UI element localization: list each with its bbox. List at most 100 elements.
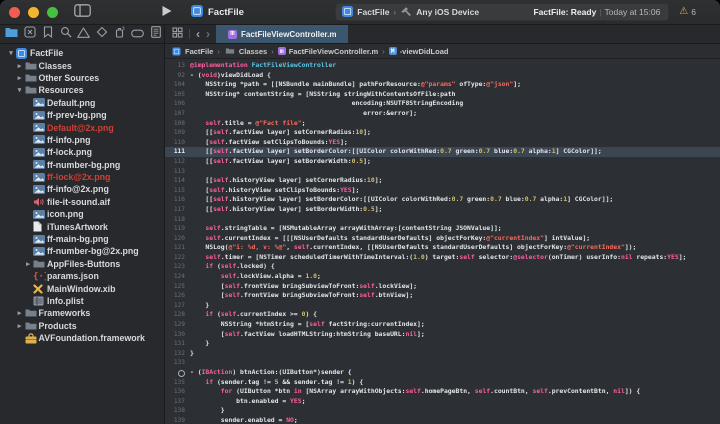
- breadcrumb-segment[interactable]: Classes: [224, 46, 267, 56]
- sidebar-item[interactable]: icon.png: [0, 208, 164, 220]
- line-number[interactable]: 133: [165, 358, 190, 368]
- line-number[interactable]: 135: [165, 378, 190, 388]
- code-line[interactable]: 133: [165, 358, 720, 368]
- line-number[interactable]: 139: [165, 416, 190, 424]
- code-line[interactable]: 123 if (self.locked) {: [165, 262, 720, 272]
- line-number[interactable]: 120: [165, 234, 190, 244]
- sidebar-item[interactable]: file-it-sound.aif: [0, 196, 164, 208]
- line-number[interactable]: 105: [165, 90, 190, 100]
- sidebar-item[interactable]: Default@2x.png: [0, 121, 164, 133]
- line-number[interactable]: 122: [165, 253, 190, 263]
- line-number[interactable]: 129: [165, 320, 190, 330]
- line-number[interactable]: 114: [165, 176, 190, 186]
- line-number[interactable]: 116: [165, 195, 190, 205]
- sidebar-item[interactable]: ▸Classes: [0, 59, 164, 71]
- related-items-icon[interactable]: [172, 25, 183, 43]
- code-line[interactable]: 135 if (sender.tag != 5 && sender.tag !=…: [165, 378, 720, 388]
- line-number[interactable]: 121: [165, 243, 190, 253]
- sidebar-item[interactable]: iTunesArtwork: [0, 220, 164, 232]
- sidebar-item[interactable]: ff-lock@2x.png: [0, 171, 164, 183]
- code-line[interactable]: 105 NSString* contentString = [NSString …: [165, 90, 720, 100]
- close-window-button[interactable]: [9, 7, 20, 18]
- navigator-tab-project[interactable]: [5, 27, 18, 41]
- run-button[interactable]: [161, 5, 172, 20]
- disclosure-open-icon[interactable]: ▾: [6, 49, 16, 57]
- code-line[interactable]: 132}: [165, 349, 720, 359]
- code-line[interactable]: 125 [self.frontView bringSubviewToFront:…: [165, 282, 720, 292]
- code-line[interactable]: 111 [[self.factView layer] setBorderColo…: [165, 147, 720, 157]
- navigator-tab-reports[interactable]: [149, 27, 162, 41]
- sidebar-item[interactable]: ff-number-bg@2x.png: [0, 245, 164, 257]
- sidebar-item[interactable]: ff-info.png: [0, 134, 164, 146]
- line-number[interactable]: 127: [165, 301, 190, 311]
- warnings-badge[interactable]: ⚠ 6: [679, 7, 696, 17]
- sidebar-item[interactable]: ▸AppFiles-Buttons: [0, 258, 164, 270]
- breadcrumb-segment[interactable]: mFactFileViewController.m: [278, 47, 378, 56]
- line-number[interactable]: 126: [165, 291, 190, 301]
- sidebar-item[interactable]: ▸Other Sources: [0, 72, 164, 84]
- code-line[interactable]: 13@implementation FactFileViewController: [165, 61, 720, 71]
- code-line[interactable]: 128 if (self.currentIndex >= 0) {: [165, 310, 720, 320]
- sidebar-item[interactable]: ff-info@2x.png: [0, 183, 164, 195]
- line-number[interactable]: 106: [165, 99, 190, 109]
- line-number[interactable]: 119: [165, 224, 190, 234]
- code-line[interactable]: 120 self.currentIndex = [[[NSUserDefault…: [165, 234, 720, 244]
- code-line[interactable]: 108 self.title = @"Fact file";: [165, 119, 720, 129]
- navigator-tab-breakpoints[interactable]: [131, 27, 144, 41]
- minimize-window-button[interactable]: [28, 7, 39, 18]
- disclosure-closed-icon[interactable]: ▸: [15, 322, 25, 330]
- sidebar-item[interactable]: ▸Products: [0, 320, 164, 332]
- code-line[interactable]: 121 NSLog(@"i: %d, v: %@", self.currentI…: [165, 243, 720, 253]
- disclosure-open-icon[interactable]: ▾: [15, 86, 25, 94]
- navigator-tab-source-control[interactable]: [23, 27, 36, 41]
- disclosure-closed-icon[interactable]: ▸: [15, 74, 25, 82]
- line-number[interactable]: 117: [165, 205, 190, 215]
- disclosure-closed-icon[interactable]: ▸: [15, 309, 25, 317]
- sidebar-item[interactable]: Info.plist: [0, 295, 164, 307]
- fullscreen-window-button[interactable]: [47, 7, 58, 18]
- sidebar-item[interactable]: ▸Frameworks: [0, 307, 164, 319]
- line-number[interactable]: 112: [165, 157, 190, 167]
- code-line[interactable]: 113: [165, 167, 720, 177]
- line-number[interactable]: 138: [165, 406, 190, 416]
- code-line[interactable]: 127 }: [165, 301, 720, 311]
- line-number[interactable]: 107: [165, 109, 190, 119]
- line-number[interactable]: 111: [165, 147, 190, 157]
- sidebar-item[interactable]: ff-number-bg.png: [0, 159, 164, 171]
- code-line[interactable]: 129 NSString *htmString = [self factStri…: [165, 320, 720, 330]
- code-line[interactable]: 118: [165, 215, 720, 225]
- code-line[interactable]: - (IBAction) btnAction:(UIButton*)sender…: [165, 368, 720, 378]
- source-editor[interactable]: 13@implementation FactFileViewController…: [165, 59, 720, 424]
- sidebar-item[interactable]: ff-main-bg.png: [0, 233, 164, 245]
- line-number[interactable]: 128: [165, 310, 190, 320]
- code-line[interactable]: 131 }: [165, 339, 720, 349]
- sidebar-item[interactable]: Default.png: [0, 97, 164, 109]
- line-number[interactable]: 130: [165, 330, 190, 340]
- navigator-tab-issues[interactable]: [77, 27, 90, 41]
- code-line[interactable]: 122 self.timer = [NSTimer scheduledTimer…: [165, 253, 720, 263]
- scheme-selector[interactable]: FactFile › Any iOS Device: [342, 6, 479, 19]
- toggle-navigator-button[interactable]: [74, 4, 91, 20]
- forward-button[interactable]: ›: [206, 29, 210, 39]
- code-line[interactable]: 119 self.stringTable = [NSMutableArray a…: [165, 224, 720, 234]
- editor-tab[interactable]: m FactFileViewController.m: [216, 25, 348, 43]
- line-number[interactable]: 110: [165, 138, 190, 148]
- sidebar-item[interactable]: AVFoundation.framework: [0, 332, 164, 344]
- line-number[interactable]: 118: [165, 215, 190, 225]
- code-line[interactable]: 112 [[self.factView layer] setBorderWidt…: [165, 157, 720, 167]
- sidebar-item[interactable]: ▾FactFile: [0, 47, 164, 59]
- code-line[interactable]: 92- (void)viewDidLoad {: [165, 71, 720, 81]
- sidebar-item[interactable]: ▾Resources: [0, 84, 164, 96]
- line-number[interactable]: 104: [165, 80, 190, 90]
- line-number[interactable]: 113: [165, 167, 190, 177]
- breadcrumb-segment[interactable]: M-viewDidLoad: [389, 47, 449, 56]
- code-line[interactable]: 136 for (UIButton *btn in [NSArray array…: [165, 387, 720, 397]
- ibaction-connector-icon[interactable]: [178, 370, 186, 378]
- sidebar-item[interactable]: ff-prev-bg.png: [0, 109, 164, 121]
- code-line[interactable]: 139 sender.enabled = NO;: [165, 416, 720, 424]
- code-line[interactable]: 117 [[self.historyView layer] setBorderW…: [165, 205, 720, 215]
- line-number[interactable]: 108: [165, 119, 190, 129]
- line-number[interactable]: 131: [165, 339, 190, 349]
- navigator-tab-debug[interactable]: [113, 27, 126, 41]
- code-line[interactable]: 115 [self.historyView setClipsToBounds:Y…: [165, 186, 720, 196]
